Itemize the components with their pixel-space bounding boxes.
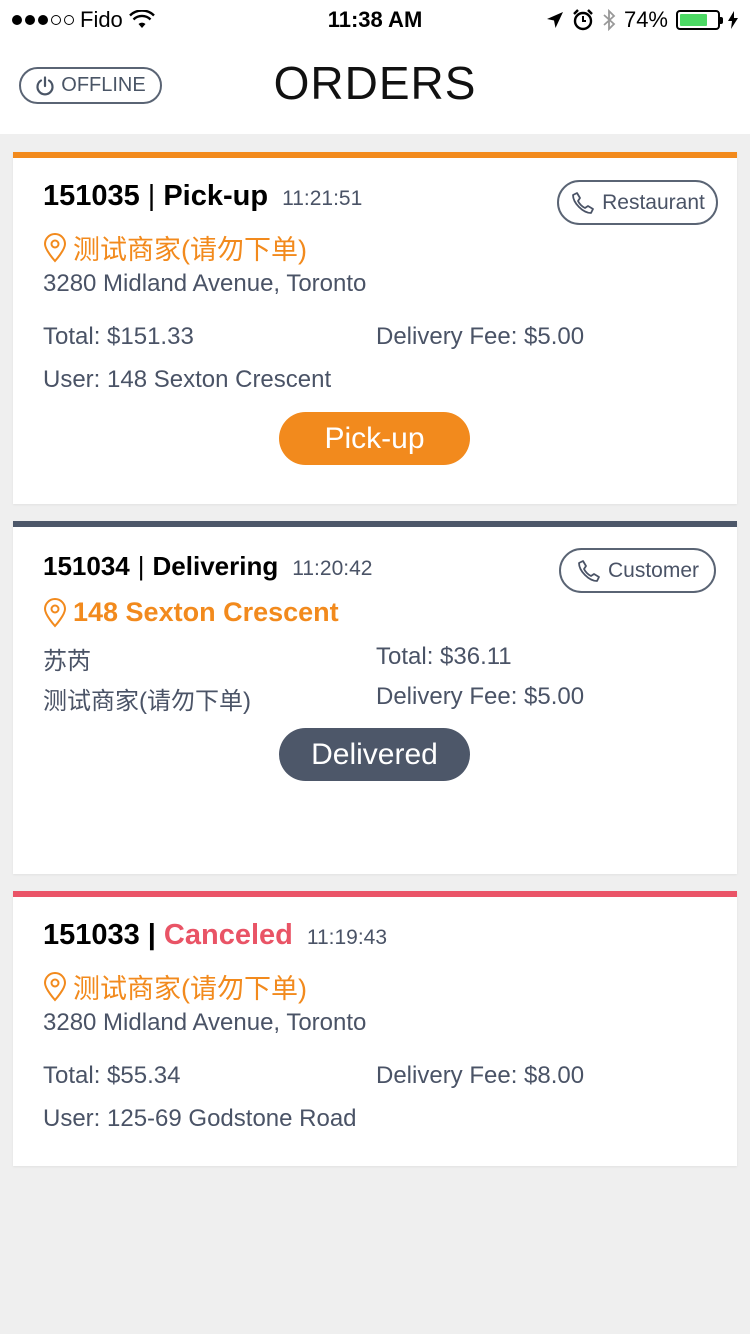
order-header: 151034 | Delivering 11:20:42 [43, 551, 372, 582]
separator: | [137, 551, 145, 581]
order-card[interactable]: 151034 | Delivering 11:20:42 Customer 14… [13, 521, 737, 874]
order-id: 151034 [43, 551, 130, 581]
order-time: 11:20:42 [292, 557, 373, 580]
phone-icon [578, 559, 600, 582]
order-card[interactable]: 151035 | Pick-up 11:21:51 Restaurant 测试商… [13, 152, 737, 504]
battery-percent: 74% [623, 7, 668, 32]
location-name: 测试商家(请勿下单) [73, 974, 307, 1004]
customer-name: 苏芮 [43, 648, 91, 675]
order-total: Total: $151.33 [43, 323, 194, 350]
delivered-button[interactable]: Delivered [279, 728, 470, 781]
user-address: User: 125-69 Godstone Road [43, 1105, 357, 1132]
delivery-fee: Delivery Fee: $5.00 [376, 683, 585, 710]
charging-bolt-icon [728, 11, 738, 29]
order-card[interactable]: 151033 | Canceled 11:19:43 测试商家(请勿下单) 32… [13, 891, 737, 1166]
order-status: Canceled [163, 919, 293, 951]
restaurant-address: 3280 Midland Avenue, Toronto [43, 1009, 367, 1036]
call-customer-button[interactable]: Customer [559, 548, 716, 593]
page-title: ORDERS [273, 57, 477, 109]
status-bar: Fido 11:38 AM 74% [0, 0, 750, 40]
user-address: User: 148 Sexton Crescent [43, 366, 332, 393]
status-icons: 74% [546, 7, 738, 33]
separator: | [147, 180, 156, 212]
restaurant-name: 测试商家(请勿下单) [43, 688, 251, 715]
alarm-icon [573, 9, 593, 31]
order-total: Total: $55.34 [43, 1062, 181, 1089]
pickup-location: 测试商家(请勿下单) [43, 967, 307, 1006]
delivery-fee: Delivery Fee: $8.00 [376, 1062, 585, 1089]
delivery-fee: Delivery Fee: $5.00 [376, 323, 585, 350]
call-label: Customer [607, 558, 700, 582]
call-label: Restaurant [602, 190, 705, 214]
order-total: Total: $36.11 [376, 643, 512, 670]
location-name: 测试商家(请勿下单) [73, 235, 307, 265]
bluetooth-icon [603, 9, 616, 31]
nav-bar: OFFLINE ORDERS [0, 40, 750, 134]
order-id: 151033 [43, 919, 140, 951]
location-arrow-icon [546, 12, 563, 28]
location-name: 148 Sexton Crescent [73, 597, 339, 627]
order-status: Pick-up [163, 180, 269, 212]
location-pin-icon [43, 597, 67, 627]
location-pin-icon [43, 971, 67, 1001]
restaurant-address: 3280 Midland Avenue, Toronto [43, 270, 367, 297]
separator: | [147, 919, 156, 951]
order-header: 151035 | Pick-up 11:21:51 [43, 180, 362, 213]
order-time: 11:21:51 [282, 187, 363, 210]
order-status: Delivering [152, 551, 279, 581]
pickup-location: 测试商家(请勿下单) [43, 228, 307, 267]
order-id: 151035 [43, 180, 140, 212]
phone-icon [572, 191, 595, 214]
battery-icon [676, 10, 723, 30]
location-pin-icon [43, 232, 67, 262]
delivery-location: 148 Sexton Crescent [43, 597, 339, 628]
order-time: 11:19:43 [306, 926, 388, 949]
order-header: 151033 | Canceled 11:19:43 [43, 919, 387, 952]
call-restaurant-button[interactable]: Restaurant [557, 180, 718, 225]
pickup-button[interactable]: Pick-up [279, 412, 470, 465]
